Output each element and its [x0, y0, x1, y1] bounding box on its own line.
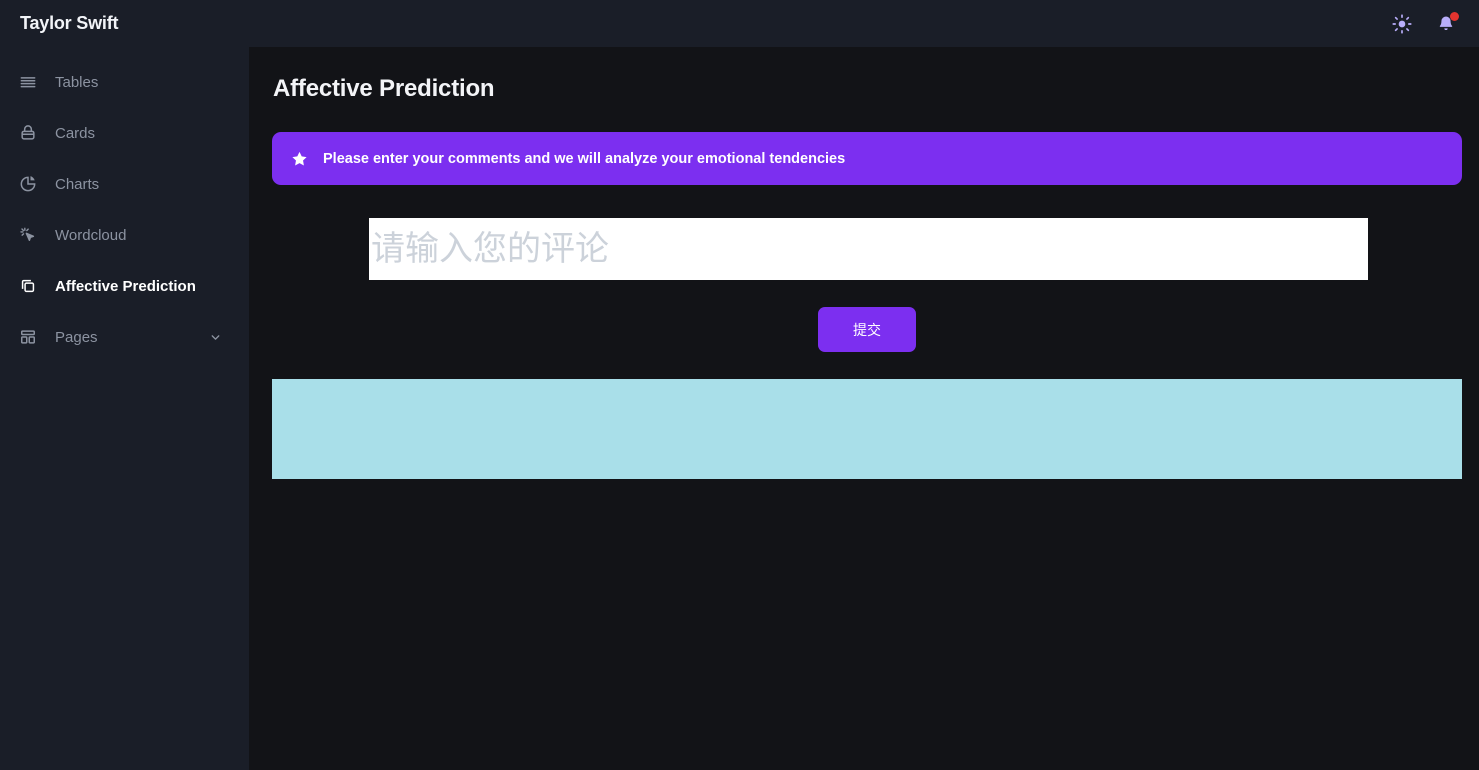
sun-icon: [1392, 13, 1412, 34]
sidebar-item-label: Tables: [55, 73, 99, 91]
prediction-result-panel: [272, 379, 1462, 479]
list-lines-icon: [17, 71, 39, 93]
theme-toggle-button[interactable]: [1391, 13, 1413, 35]
main-content: Affective Prediction Please enter your c…: [249, 47, 1479, 770]
sidebar-nav: Tables Cards Charts Wordcloud Affective …: [0, 47, 249, 770]
notification-badge-dot: [1450, 11, 1459, 21]
app-root: Taylor Swift Tables Cards Charts Wordclo…: [0, 0, 1479, 770]
sidebar-item-wordcloud[interactable]: Wordcloud: [0, 218, 249, 252]
sidebar-item-pages[interactable]: Pages: [0, 320, 249, 354]
info-alert-banner: Please enter your comments and we will a…: [272, 132, 1462, 185]
sidebar-item-tables[interactable]: Tables: [0, 65, 249, 99]
cursor-sparkle-icon: [17, 224, 39, 246]
sidebar-item-label: Charts: [55, 175, 100, 193]
comment-input[interactable]: [369, 218, 1368, 280]
sidebar-item-label: Cards: [55, 124, 96, 142]
card-box-icon: [17, 122, 39, 144]
layout-blocks-icon: [17, 326, 39, 348]
notifications-button[interactable]: [1435, 11, 1459, 35]
app-brand-title: Taylor Swift: [20, 13, 119, 33]
pie-chart-icon: [17, 173, 39, 195]
sidebar-item-cards[interactable]: Cards: [0, 116, 249, 150]
submit-button[interactable]: 提交: [818, 307, 916, 352]
star-icon: [290, 150, 308, 168]
sidebar-item-affective-prediction[interactable]: Affective Prediction: [0, 269, 249, 303]
top-header-bar: Taylor Swift: [0, 0, 1479, 47]
sidebar-item-label: Pages: [55, 328, 98, 346]
chevron-down-icon[interactable]: [208, 330, 222, 344]
sidebar-item-label: Affective Prediction: [55, 277, 196, 295]
header-actions: [1391, 11, 1459, 35]
alert-message: Please enter your comments and we will a…: [323, 150, 846, 167]
sidebar-item-charts[interactable]: Charts: [0, 167, 249, 201]
copy-layers-icon: [17, 275, 39, 297]
page-title: Affective Prediction: [273, 75, 495, 102]
sidebar-item-label: Wordcloud: [55, 226, 127, 244]
